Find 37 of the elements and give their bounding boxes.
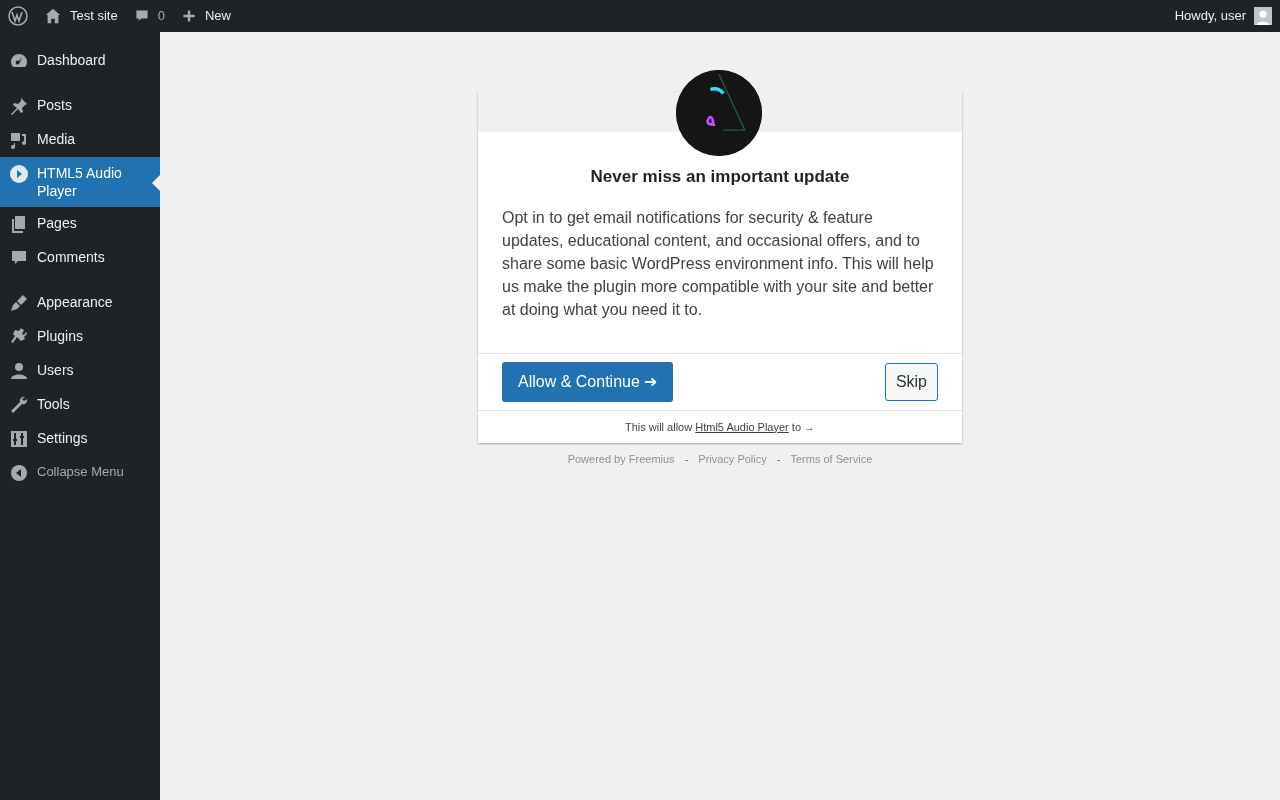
- sidebar-item[interactable]: Users: [0, 354, 160, 388]
- separator-dash: -: [775, 452, 782, 467]
- allow-continue-button[interactable]: Allow & Continue ➜: [502, 361, 674, 402]
- separator-dash: -: [683, 452, 690, 467]
- pushpin-icon: [9, 96, 29, 116]
- camera-music-icon: [9, 130, 29, 150]
- dialog-title: Never miss an important update: [589, 166, 851, 188]
- permissions-note: This will allow Html5 Audio Player to →: [623, 419, 817, 435]
- person-icon: [9, 361, 29, 381]
- collapse-menu-button[interactable]: Collapse Menu: [0, 456, 160, 490]
- left-arrow-circle-icon: [9, 463, 29, 483]
- account-link[interactable]: Howdy, user: [1174, 6, 1272, 26]
- avatar-icon: [1254, 7, 1272, 25]
- plugin-logo-icon: [676, 70, 762, 156]
- sidebar-item[interactable]: HTML5 Audio Player: [0, 157, 160, 207]
- sliders-icon: [9, 429, 29, 449]
- paintbrush-icon: [9, 293, 29, 313]
- dialog-message: Opt in to get email notifications for security & feature updates, educational content, and occasional offers, and to share some basic WordPress environment info. This will help us make the plugin more compatible with your site and better at doing what you need it to.: [502, 207, 935, 320]
- new-link[interactable]: New: [180, 6, 231, 26]
- play-circle-icon: [9, 164, 29, 184]
- sidebar-item[interactable]: Settings: [0, 422, 160, 456]
- sidebar-item[interactable]: Media: [0, 123, 160, 157]
- sidebar-item[interactable]: Pages: [0, 207, 160, 241]
- sidebar-item[interactable]: Dashboard: [0, 44, 160, 78]
- sidebar-item[interactable]: Posts: [0, 89, 160, 123]
- plus-icon: [180, 8, 197, 24]
- site-link[interactable]: Test site: [44, 6, 118, 26]
- wrench-icon: [9, 395, 29, 415]
- plugin-link[interactable]: Html5 Audio Player: [695, 420, 789, 433]
- home-icon: [44, 7, 62, 25]
- skip-button[interactable]: Skip: [884, 362, 938, 401]
- sidebar-item[interactable]: Plugins: [0, 320, 160, 354]
- sidebar-item[interactable]: Tools: [0, 388, 160, 422]
- comments-link[interactable]: 0: [133, 6, 165, 26]
- sidebar-item[interactable]: Comments: [0, 241, 160, 275]
- sidebar-item[interactable]: Appearance: [0, 286, 160, 320]
- wordpress-logo-icon[interactable]: [8, 6, 28, 26]
